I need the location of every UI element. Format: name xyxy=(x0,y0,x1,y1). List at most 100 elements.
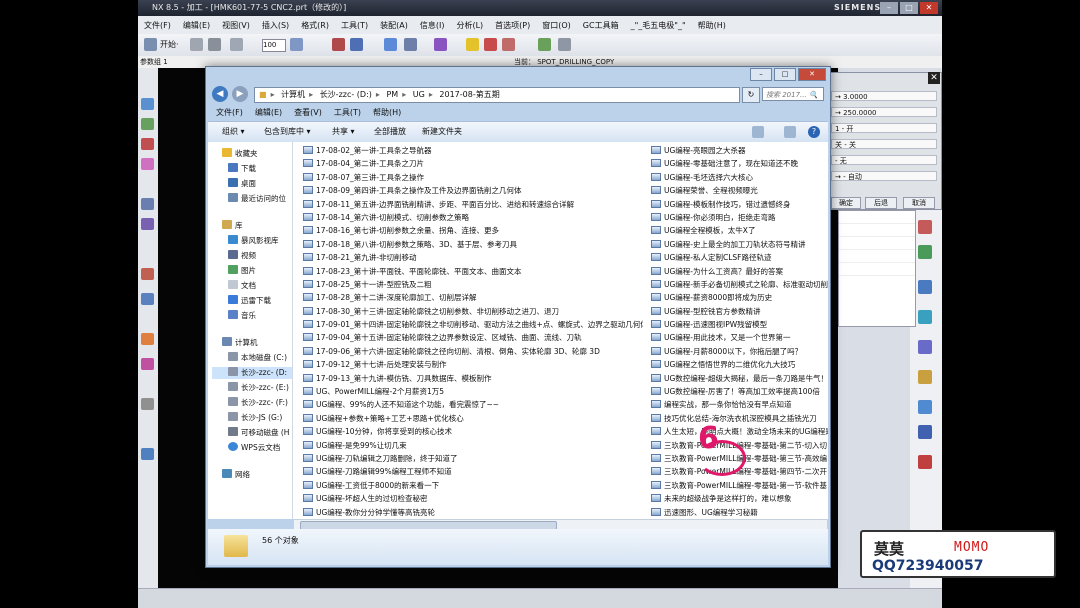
nav-videos[interactable]: 视频 xyxy=(228,250,256,262)
nx-menu-view[interactable]: 视图(V) xyxy=(216,20,256,31)
maximize-button[interactable]: □ xyxy=(900,2,918,14)
address-bar[interactable]: ■ ▸ 计算机 ▸ 长沙-zzc- (D:) ▸ PM ▸ UG ▸ 2017-08-第五… xyxy=(254,87,740,103)
include-library-button[interactable]: 包含到库中 ▾ xyxy=(264,126,311,138)
start-label[interactable]: 开始· xyxy=(160,39,179,50)
dialog-row-3[interactable]: 1 - 开 xyxy=(831,123,937,133)
file-item[interactable]: 迅速图形、UG编程学习秘籍 xyxy=(651,506,828,519)
file-item[interactable]: 17-08-14_第六讲-切削模式、切削参数之策略 xyxy=(303,211,643,224)
file-item[interactable]: UG编程-你必须明白，拒绝走弯路 xyxy=(651,211,828,224)
zoom-field[interactable]: 100 xyxy=(262,39,286,52)
nx-menu-preferences[interactable]: 首选项(P) xyxy=(489,20,536,31)
file-item[interactable]: UG编程全程模板，太牛X了 xyxy=(651,224,828,237)
nav-drive-g[interactable]: 长沙-JS (G:) xyxy=(228,412,282,424)
assembly-icon[interactable] xyxy=(141,158,154,170)
file-item[interactable]: 17-08-23_第十讲-平面铣、平面轮廓铣、平面文本、曲面文本 xyxy=(303,265,643,278)
file-item[interactable]: 编程实战，那一条你恰恰没有早点知道 xyxy=(651,398,828,411)
system-icon[interactable] xyxy=(141,398,154,410)
reuse-icon[interactable] xyxy=(141,218,154,230)
file-item[interactable]: UG编程荣誉、全程视频曝光 xyxy=(651,184,828,197)
file-item[interactable]: UG编程-刀轨编辑之刀路删除，终于知道了 xyxy=(303,452,643,465)
file-item[interactable]: UG编程-模板制作技巧，错过遗憾终身 xyxy=(651,198,828,211)
web-icon[interactable] xyxy=(141,448,154,460)
dialog-row-5[interactable]: - 无 xyxy=(831,155,937,165)
file-item[interactable]: UG编程-工资低于8000的新来看一下 xyxy=(303,479,643,492)
dialog-row-4[interactable]: 关 - 关 xyxy=(831,139,937,149)
organize-button[interactable]: 组织 ▾ xyxy=(222,126,245,138)
history-icon[interactable] xyxy=(141,198,154,210)
nx-menu-analysis[interactable]: 分析(L) xyxy=(450,20,489,31)
verify-path-icon[interactable] xyxy=(502,38,515,51)
analysis-icon[interactable] xyxy=(141,358,154,370)
file-item[interactable]: 17-09-12_第十七讲-后处理安装与制作 xyxy=(303,358,643,371)
part-nav-icon[interactable] xyxy=(141,118,154,130)
back-button[interactable]: 后退 xyxy=(865,197,897,209)
nx-menu-insert[interactable]: 插入(S) xyxy=(256,20,295,31)
list-row[interactable] xyxy=(839,211,915,224)
list-row[interactable] xyxy=(839,250,915,263)
explorer-close-button[interactable]: ✕ xyxy=(798,68,826,81)
new-folder-button[interactable]: 新建文件夹 xyxy=(422,126,462,138)
file-item[interactable]: UG数控编程-超级大揭秘，最后一条刀路是牛气！ xyxy=(651,372,828,385)
file-item[interactable]: 17-08-04_第二讲-工具条之刀片 xyxy=(303,157,643,170)
file-item[interactable]: UG编程-史上最全的加工刀轨状态符号精讲 xyxy=(651,238,828,251)
tool-view-icon[interactable] xyxy=(434,38,447,51)
save-icon[interactable] xyxy=(208,38,221,51)
help-icon[interactable]: ? xyxy=(808,126,820,138)
nav-drive-d[interactable]: 长沙-zzc- (D: xyxy=(212,367,292,379)
shaded-view-icon[interactable] xyxy=(332,38,345,51)
dialog-row-6[interactable]: → - 自动 xyxy=(831,171,937,181)
file-item[interactable]: 三玖教育-PowerMILL编程-零基础-第一节-软件基 xyxy=(651,479,828,492)
nx-menu-info[interactable]: 信息(I) xyxy=(414,20,451,31)
open-icon[interactable] xyxy=(190,38,203,51)
right-tool-4-icon[interactable] xyxy=(918,310,932,324)
dialog-row-1[interactable]: → 3.0000 xyxy=(831,91,937,101)
file-item[interactable]: 17-09-01_第十四讲-固定轴轮廓铣之非切削移动、驱动方法之曲线+点、螺旋式… xyxy=(303,318,643,331)
file-item[interactable]: UG编程-私人定制CLSF路径轨迹 xyxy=(651,251,828,264)
nav-network[interactable]: 网络 xyxy=(222,469,250,481)
file-item[interactable]: UG编程-型腔铣官方参数精讲 xyxy=(651,305,828,318)
right-tool-2-icon[interactable] xyxy=(918,245,932,259)
preview-pane-icon[interactable] xyxy=(784,126,796,138)
file-item[interactable]: 未来的超级战争是这样打的，难以想象 xyxy=(651,492,828,505)
file-item[interactable]: UG编程-10分钟，你将享受到的核心技术 xyxy=(303,425,643,438)
file-item[interactable]: UG编程-零基础注意了，现在知道还不晚 xyxy=(651,157,828,170)
op-nav-icon[interactable] xyxy=(141,138,154,150)
file-item[interactable]: 17-08-09_第四讲-工具条之操作及工件及边界面铣削之几何体 xyxy=(303,184,643,197)
file-item[interactable]: UG编程、99%的人还不知道这个功能，看完震惊了~~ xyxy=(303,398,643,411)
ok-button[interactable]: 确定 xyxy=(831,197,861,209)
file-item[interactable]: 17-09-06_第十六讲-固定轴轮廓铣之径向切削、清根、倒角、实体轮廓 3D、… xyxy=(303,345,643,358)
layer-icon[interactable] xyxy=(290,38,303,51)
file-item[interactable]: UG编程-是免99%让切几束 xyxy=(303,439,643,452)
file-item[interactable]: UG编程-刀路编辑99%编程工程师不知道 xyxy=(303,465,643,478)
file-item[interactable]: 人生太短，聪明点大概！激动全场未来的UG编程是 xyxy=(651,425,828,438)
file-item[interactable]: UG编程-新手必备切削模式之轮廓、标准驱动切削 xyxy=(651,278,828,291)
nav-documents[interactable]: 文档 xyxy=(228,280,256,292)
file-item[interactable]: UG编程-月薪8000以下，你拖后腿了吗？ xyxy=(651,345,828,358)
minimize-button[interactable]: – xyxy=(880,2,898,14)
start-icon[interactable] xyxy=(144,38,157,51)
refresh-icon[interactable]: ↻ xyxy=(742,87,760,103)
right-tool-9-icon[interactable] xyxy=(918,455,932,469)
file-item[interactable]: 17-09-13_第十九讲-模仿铣、刀具数据库、模板制作 xyxy=(303,372,643,385)
right-tool-3-icon[interactable] xyxy=(918,280,932,294)
explorer-menu-tools[interactable]: 工具(T) xyxy=(328,107,367,119)
role-icon[interactable] xyxy=(141,268,154,280)
measure-icon[interactable] xyxy=(384,38,397,51)
nav-favorites[interactable]: 收藏夹 xyxy=(222,148,258,160)
info-icon[interactable] xyxy=(141,293,154,305)
file-item[interactable]: UG、PowerMILL编程-2个月薪资1万5 xyxy=(303,385,643,398)
file-item[interactable]: UG数控编程-厉害了！等高加工效率提高100倍 xyxy=(651,385,828,398)
file-item[interactable]: UG编程-教你分分钟学懂等高铣亮轮 xyxy=(303,506,643,519)
nav-recent[interactable]: 最近访问的位 xyxy=(228,193,286,205)
post-process-icon[interactable] xyxy=(538,38,551,51)
list-row[interactable] xyxy=(839,237,915,250)
undo-icon[interactable] xyxy=(230,38,243,51)
file-item[interactable]: UG编程+参数+策略+工艺+思路+优化核心 xyxy=(303,412,643,425)
explorer-minimize-button[interactable]: – xyxy=(750,68,772,81)
breadcrumb-computer[interactable]: 计算机 xyxy=(277,90,309,99)
search-input[interactable]: 搜索 2017... 🔍 xyxy=(762,87,824,101)
file-item[interactable]: 17-08-11_第五讲-边界面铣削精讲、步距、平面百分比、进给和转速综合详解 xyxy=(303,198,643,211)
file-item[interactable]: 17-09-04_第十五讲-固定轴轮廓铣之边界参数设定、区域铣、曲面、流线、刀轨 xyxy=(303,331,643,344)
share-button[interactable]: 共享 ▾ xyxy=(332,126,355,138)
view-options-icon[interactable] xyxy=(752,126,764,138)
